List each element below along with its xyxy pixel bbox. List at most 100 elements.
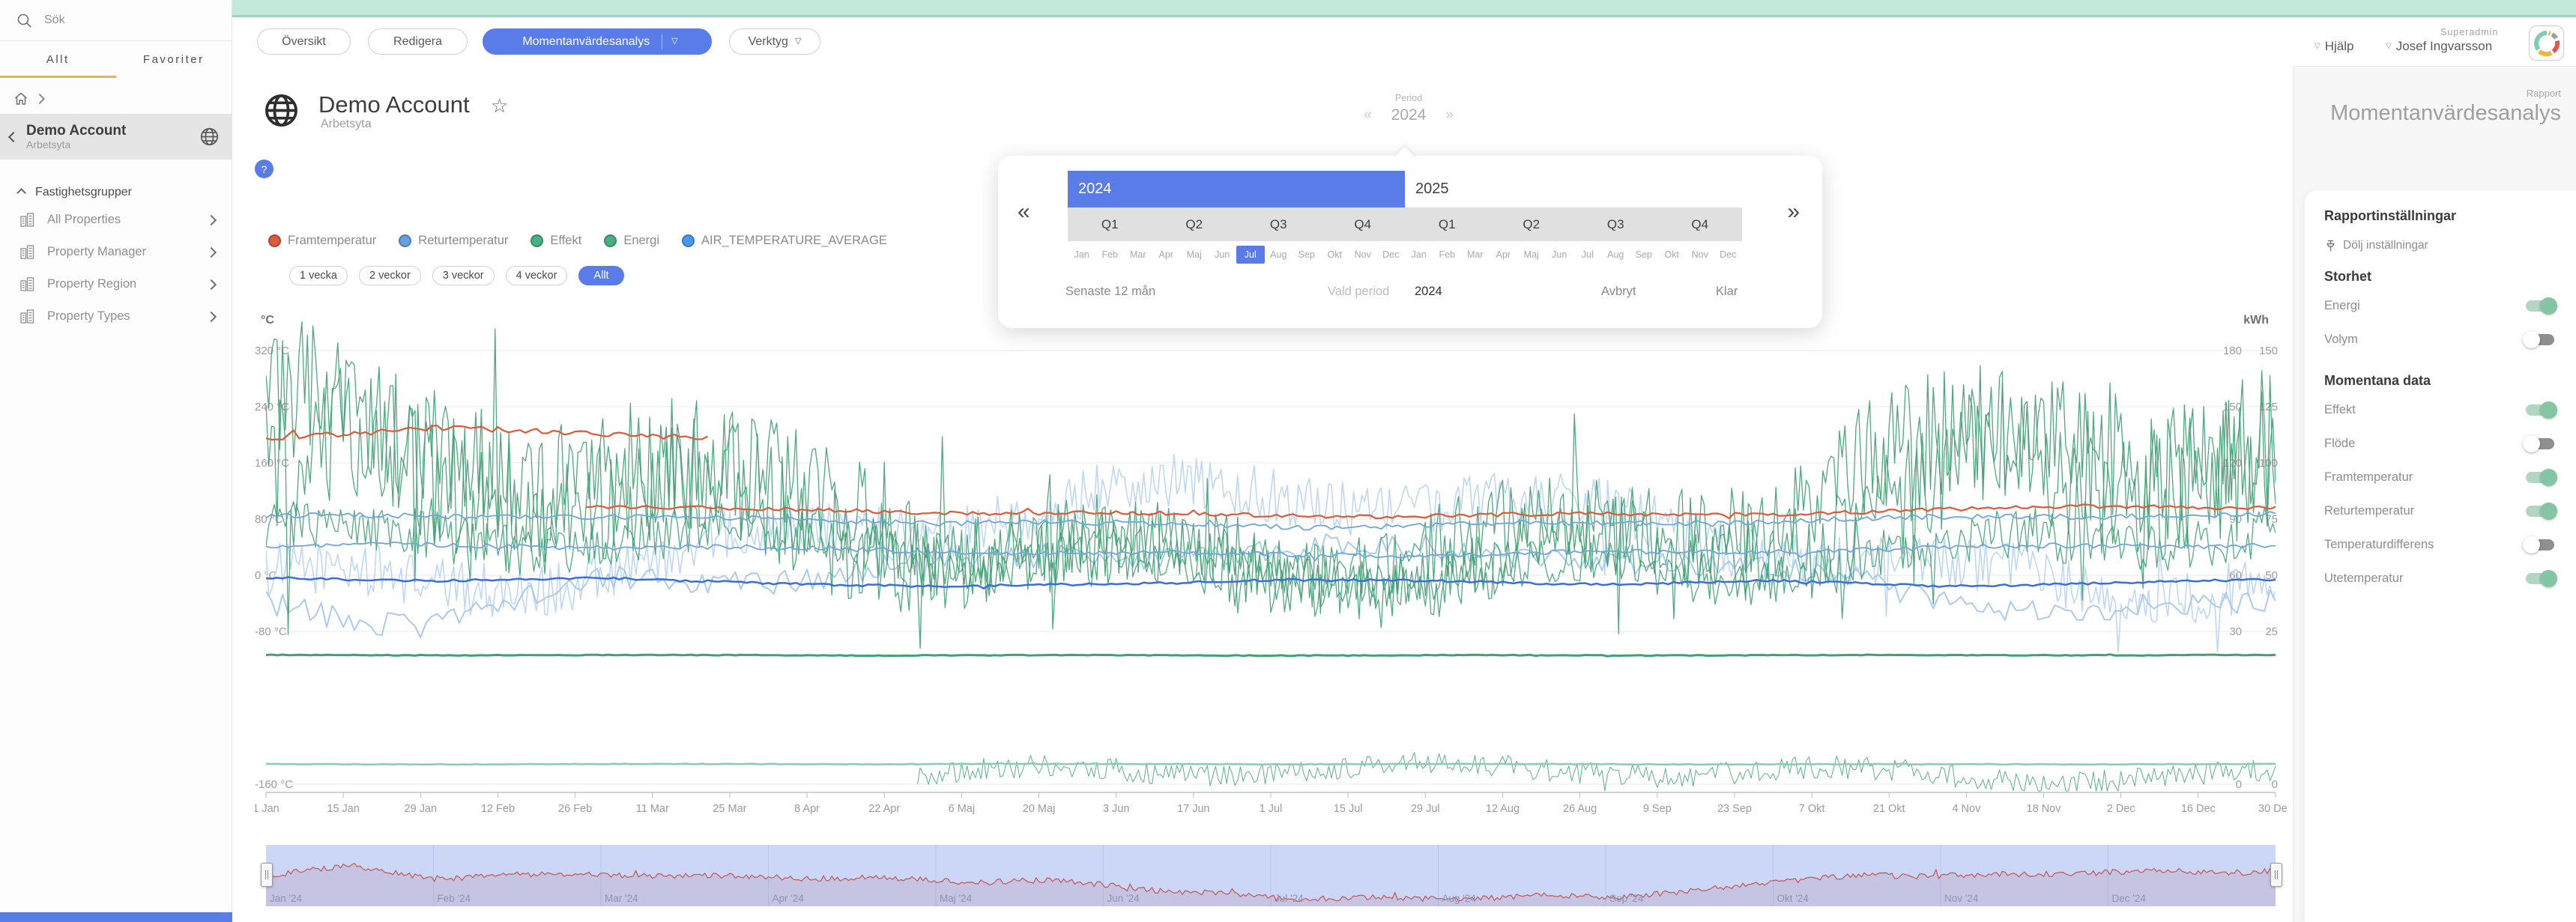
toggle-utetemperatur[interactable] (2526, 573, 2554, 584)
quarter-cell-4[interactable]: Q1 (1405, 207, 1490, 241)
period-next-icon[interactable]: » (1445, 107, 1454, 124)
scrubber-handle-right[interactable] (2270, 863, 2282, 887)
back-chevron-icon[interactable] (8, 131, 19, 142)
brand-logo[interactable] (2529, 25, 2564, 61)
month-cell-21[interactable]: Okt (1658, 246, 1687, 264)
toggle-temperaturdifferens[interactable] (2526, 539, 2554, 551)
sidebar-tabs: Allt Favoriter (0, 41, 232, 78)
month-cell-8[interactable]: Sep (1292, 246, 1321, 264)
month-cell-14[interactable]: Mar (1461, 246, 1490, 264)
search-input[interactable]: Sök (0, 0, 232, 41)
group-list: All PropertiesProperty ManagerProperty R… (0, 204, 232, 333)
sidebar-item-property-manager[interactable]: Property Manager (0, 236, 232, 268)
chevron-right-icon (206, 246, 217, 257)
month-cell-3[interactable]: Apr (1152, 246, 1181, 264)
quarter-cell-5[interactable]: Q2 (1490, 207, 1574, 241)
month-cell-2[interactable]: Mar (1124, 246, 1152, 264)
sidebar-item-all-properties[interactable]: All Properties (0, 204, 232, 236)
toggle-row-fl-de: Flöde (2324, 427, 2560, 461)
month-cell-17[interactable]: Jun (1546, 246, 1574, 264)
svg-text:180: 180 (2223, 345, 2242, 357)
year-2024[interactable]: 2024 (1068, 171, 1405, 207)
chevron-down-icon[interactable]: ▽ (671, 37, 677, 46)
sidebar-item-property-region[interactable]: Property Region (0, 268, 232, 300)
chevron-right-icon (206, 311, 217, 321)
period-prev-icon[interactable]: « (1364, 107, 1372, 124)
range-button-allt[interactable]: Allt (578, 266, 623, 285)
hide-settings-button[interactable]: Dölj inställningar (2324, 239, 2560, 252)
month-cell-19[interactable]: Aug (1602, 246, 1630, 264)
quarter-cell-1[interactable]: Q2 (1152, 207, 1237, 241)
tab-favoriter[interactable]: Favoriter (116, 41, 232, 78)
legend-item-effekt[interactable]: Effekt (530, 234, 581, 248)
legend-item-framtemperatur[interactable]: Framtemperatur (268, 234, 376, 248)
month-cell-13[interactable]: Feb (1433, 246, 1462, 264)
month-cell-6[interactable]: Jul (1236, 246, 1265, 264)
period-value[interactable]: 2024 (1391, 106, 1427, 124)
help-badge[interactable]: ? (255, 160, 273, 178)
toggle-returtemperatur[interactable] (2526, 506, 2554, 517)
svg-text:23 Sep: 23 Sep (1717, 803, 1752, 815)
month-cell-1[interactable]: Feb (1096, 246, 1125, 264)
toggle-energi[interactable] (2526, 300, 2554, 312)
month-cell-4[interactable]: Maj (1180, 246, 1209, 264)
tools-button[interactable]: Verktyg ▽ (729, 28, 820, 55)
analysis-button[interactable]: Momentanvärdesanalys ▽ (483, 28, 712, 55)
month-cell-15[interactable]: Apr (1490, 246, 1518, 264)
quarter-cell-3[interactable]: Q4 (1321, 207, 1406, 241)
tab-allt[interactable]: Allt (0, 41, 116, 78)
month-cell-20[interactable]: Sep (1630, 246, 1658, 264)
toggle-fl-de[interactable] (2526, 438, 2554, 449)
workspace-item[interactable]: Demo Account Arbetsyta (0, 114, 232, 160)
svg-text:-80 °C: -80 °C (255, 625, 287, 638)
svg-text:Nov '24: Nov '24 (1944, 893, 1979, 904)
quarter-cell-6[interactable]: Q3 (1573, 207, 1658, 241)
quarter-cell-0[interactable]: Q1 (1068, 207, 1152, 241)
month-cell-22[interactable]: Nov (1686, 246, 1714, 264)
help-menu[interactable]: ▽ Hjälp (2315, 39, 2353, 54)
month-cell-16[interactable]: Maj (1517, 246, 1546, 264)
year-2025[interactable]: 2025 (1405, 171, 1742, 207)
month-cell-0[interactable]: Jan (1068, 246, 1096, 264)
done-button[interactable]: Klar (1716, 285, 1738, 299)
legend-item-air-temperature-average[interactable]: AIR_TEMPERATURE_AVERAGE (682, 234, 887, 248)
toggle-label: Energi (2324, 299, 2360, 313)
picker-prev-icon[interactable]: « (1018, 199, 1030, 225)
toggle-row-energi: Energi (2324, 289, 2560, 323)
toggle-volym[interactable] (2526, 334, 2554, 345)
month-cell-12[interactable]: Jan (1405, 246, 1433, 264)
picker-next-icon[interactable]: » (1787, 199, 1800, 225)
month-cell-5[interactable]: Jun (1209, 246, 1237, 264)
overview-scrubber[interactable]: Jan '24Feb '24Mar '24Apr '24Maj '24Jun '… (255, 845, 2287, 906)
quarter-cell-7[interactable]: Q4 (1658, 207, 1743, 241)
month-cell-7[interactable]: Aug (1265, 246, 1293, 264)
month-cell-11[interactable]: Dec (1377, 246, 1406, 264)
quarter-cell-2[interactable]: Q3 (1236, 207, 1321, 241)
sidebar-item-property-types[interactable]: Property Types (0, 300, 232, 333)
svg-text:7 Okt: 7 Okt (1799, 803, 1825, 815)
edit-button[interactable]: Redigera (368, 28, 468, 55)
month-cell-9[interactable]: Okt (1321, 246, 1349, 264)
building-icon (19, 309, 35, 324)
month-cell-10[interactable]: Nov (1349, 246, 1377, 264)
home-icon[interactable] (13, 91, 28, 106)
period-picker-popup: « » 2024 2025 Q1Q2Q3Q4Q1Q2Q3Q4 JanFebMar… (998, 156, 1822, 328)
user-menu[interactable]: ▽ Josef Ingvarsson (2386, 39, 2492, 54)
range-button-3-veckor[interactable]: 3 veckor (432, 266, 495, 285)
toggle-effekt[interactable] (2526, 404, 2554, 416)
range-button-2-veckor[interactable]: 2 veckor (359, 266, 421, 285)
overview-button[interactable]: Översikt (257, 28, 351, 55)
search-placeholder: Sök (44, 13, 65, 27)
legend-item-energi[interactable]: Energi (604, 234, 659, 248)
last-12-months-button[interactable]: Senaste 12 mån (1065, 285, 1155, 299)
legend-item-returtemperatur[interactable]: Returtemperatur (399, 234, 508, 248)
range-button-4-veckor[interactable]: 4 veckor (506, 266, 568, 285)
cancel-button[interactable]: Avbryt (1601, 285, 1636, 299)
toggle-framtemperatur[interactable] (2526, 472, 2554, 483)
favorite-star-icon[interactable]: ☆ (491, 94, 508, 118)
month-cell-18[interactable]: Jul (1573, 246, 1602, 264)
group-section-header[interactable]: Fastighetsgrupper (18, 186, 132, 199)
scrubber-handle-left[interactable] (261, 863, 273, 887)
range-button-1-vecka[interactable]: 1 vecka (289, 266, 348, 285)
month-cell-23[interactable]: Dec (1714, 246, 1743, 264)
